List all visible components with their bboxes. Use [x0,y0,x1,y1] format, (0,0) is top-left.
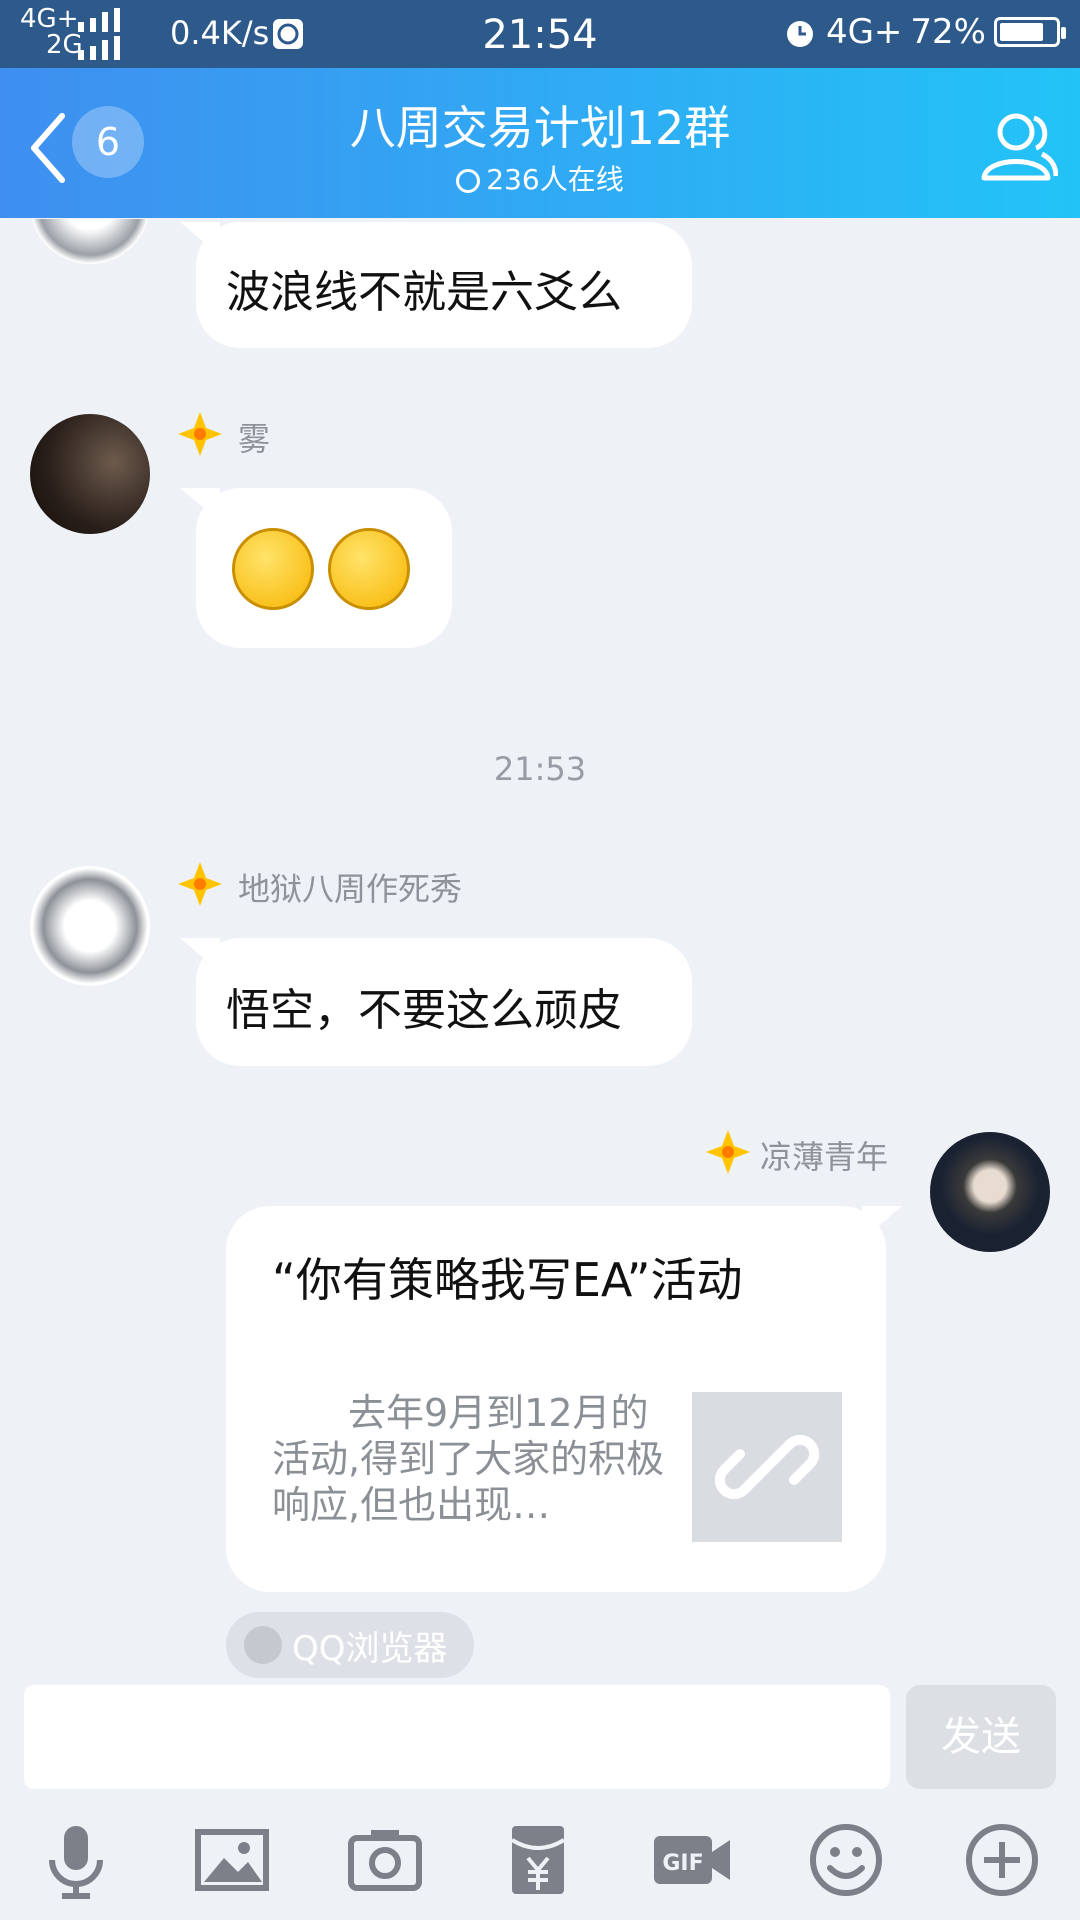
smirk-face-emoji [328,528,410,610]
status-right: 4G+ 72% [782,12,1066,52]
share-card-thumbnail [692,1392,842,1542]
sender-name: 雾 [238,420,271,458]
message-text: 悟空，不要这么顽皮 [226,985,622,1036]
sender-name: 地狱八周作死秀 [238,870,463,908]
red-packet-icon[interactable] [498,1820,578,1900]
avatar[interactable] [930,1132,1050,1252]
send-button[interactable]: 发送 [906,1685,1056,1789]
message-input[interactable] [24,1685,890,1789]
microphone-icon[interactable] [36,1820,116,1900]
message-text: 波浪线不就是六爻么 [226,267,622,318]
message-bubble[interactable]: 悟空，不要这么顽皮 [196,938,692,1066]
share-source-label: QQ浏览器 [292,1628,448,1669]
group-title: 八周交易计划12群 [349,101,731,155]
smirk-face-emoji [232,528,314,610]
avatar[interactable] [30,414,150,534]
chat-header: 6 八周交易计划12群 236人在线 [0,68,1080,218]
message-bubble[interactable] [196,488,452,648]
chat-timestamp: 21:53 [493,750,587,788]
emoji-icon[interactable] [806,1820,886,1900]
online-count-text: 236人在线 [486,163,624,196]
online-check-icon [456,169,481,193]
battery-percent: 72% [910,12,986,52]
share-card-title: “你有策略我写EA”活动 [272,1253,743,1307]
gif-icon[interactable]: GIF [652,1820,732,1900]
sender-name: 凉薄青年 [760,1138,889,1176]
share-source-tag[interactable]: QQ浏览器 [226,1612,474,1678]
member-star-icon [706,1130,750,1174]
alarm-icon [786,21,813,47]
share-card-description: 去年9月到12月的活动,得到了大家的积极响应,但也出现… [272,1391,665,1527]
svg-text:GIF: GIF [662,1851,703,1876]
message-bubble[interactable]: 波浪线不就是六爻么 [196,222,692,348]
input-toolbar: GIF [0,1820,1080,1910]
avatar[interactable] [30,866,150,986]
network-right: 4G+ [825,12,903,52]
share-card-bubble[interactable]: “你有策略我写EA”活动 去年9月到12月的活动,得到了大家的积极响应,但也出现… [226,1206,886,1592]
battery-icon [994,17,1066,47]
link-icon [714,1434,820,1500]
image-icon [244,1626,282,1664]
online-count: 236人在线 [0,158,1080,198]
status-bar: 4G+ 2G 0.4K/s 21:54 4G+ 72% [0,0,1080,68]
image-icon[interactable] [192,1820,272,1900]
group-members-icon[interactable] [976,106,1058,186]
member-star-icon [178,412,222,456]
plus-icon[interactable] [962,1820,1042,1900]
camera-icon[interactable] [345,1820,425,1900]
member-star-icon [178,862,222,906]
